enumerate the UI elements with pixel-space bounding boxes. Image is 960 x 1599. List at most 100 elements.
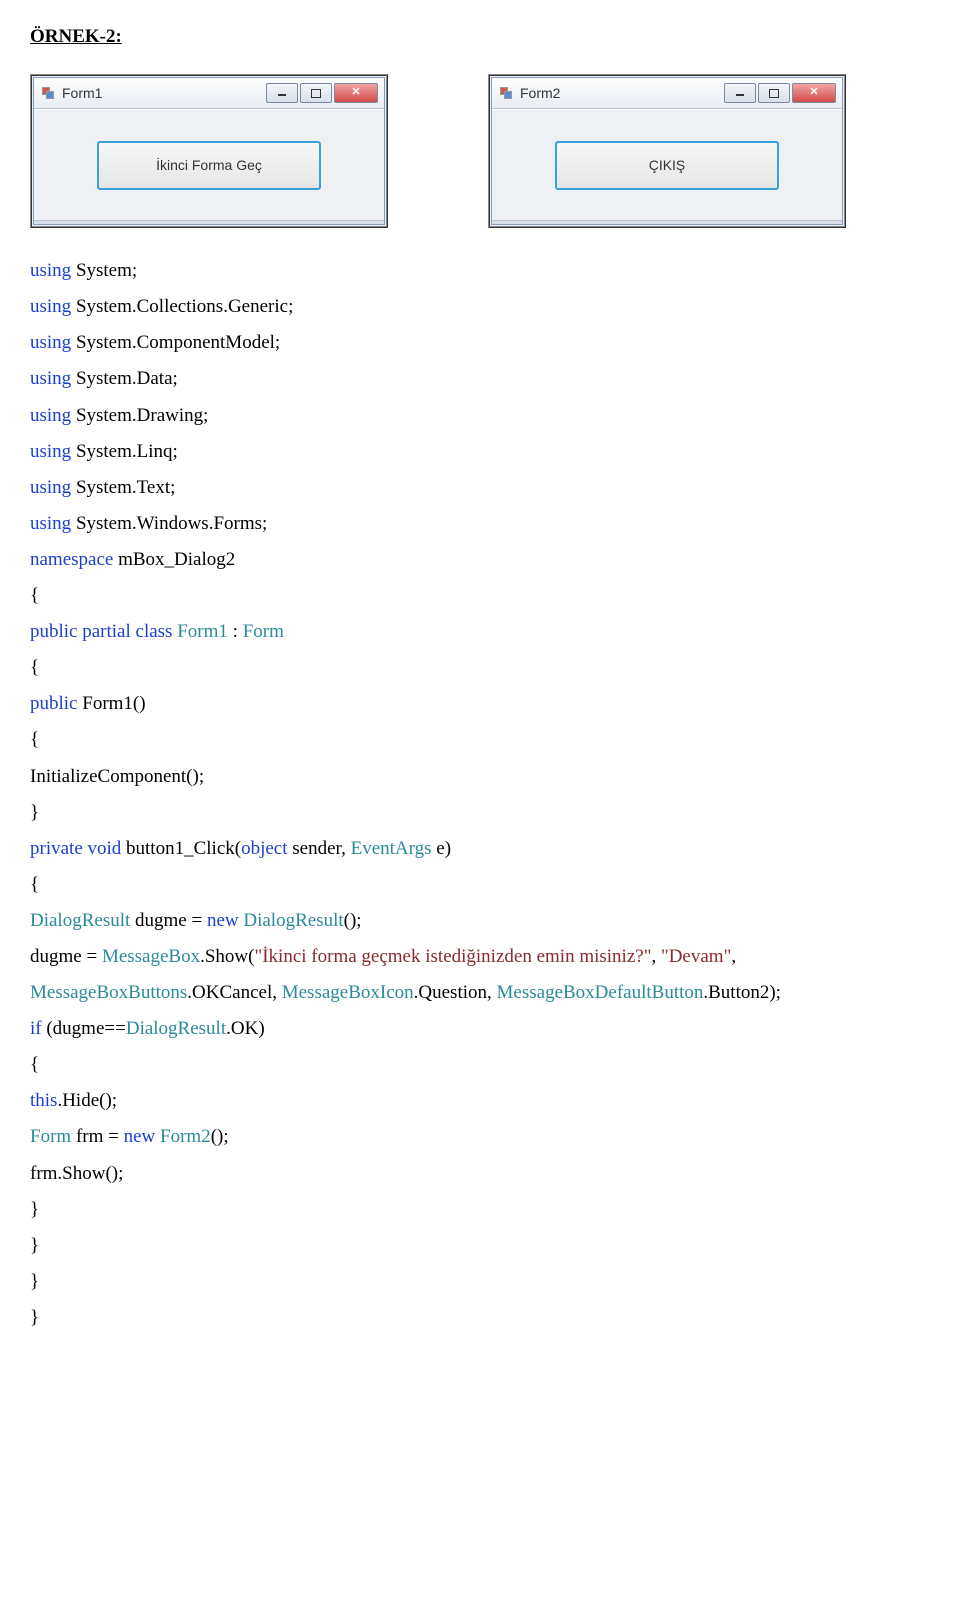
keyword: using [30, 513, 71, 534]
text: System.ComponentModel; [71, 332, 280, 353]
text: (); [211, 1126, 229, 1147]
app-icon [498, 85, 514, 101]
text: , [651, 946, 661, 967]
text: .Question, [414, 982, 497, 1003]
code-line: namespace mBox_Dialog2 [30, 542, 930, 578]
form2-titlebar: Form2 [492, 78, 842, 109]
code-line: using System; [30, 253, 930, 289]
close-icon[interactable] [792, 83, 836, 103]
keyword: public [30, 693, 78, 714]
window-border [492, 220, 842, 224]
keyword: namespace [30, 549, 113, 570]
type: DialogResult [126, 1018, 226, 1039]
maximize-icon[interactable] [300, 83, 332, 103]
code-line: using System.Text; [30, 470, 930, 506]
form2-body: ÇIKIŞ [492, 109, 842, 220]
text: dugme = [130, 910, 207, 931]
keyword: using [30, 260, 71, 281]
code-line: { [30, 867, 930, 903]
form2-window: Form2 ÇIKIŞ [488, 74, 846, 228]
type: Form [243, 621, 284, 642]
text: .Show( [200, 946, 254, 967]
type: Form2 [160, 1126, 211, 1147]
keyword: private void [30, 838, 121, 859]
close-icon[interactable] [334, 83, 378, 103]
type: Form1 [177, 621, 228, 642]
text: (dugme== [46, 1018, 125, 1039]
text: System.Collections.Generic; [71, 296, 293, 317]
keyword: object [241, 838, 287, 859]
window-controls [722, 83, 836, 103]
code-line: public partial class Form1 : Form [30, 614, 930, 650]
window-controls [264, 83, 378, 103]
keyword: new [207, 910, 243, 931]
text: System.Text; [71, 477, 175, 498]
text: .OKCancel, [187, 982, 281, 1003]
text: frm = [71, 1126, 123, 1147]
text: Form1() [78, 693, 146, 714]
minimize-icon[interactable] [724, 83, 756, 103]
code-line: using System.Windows.Forms; [30, 506, 930, 542]
type: MessageBox [102, 946, 200, 967]
type: Form [30, 1126, 71, 1147]
screenshot-row: Form1 İkinci Forma Geç Form2 [30, 74, 930, 228]
maximize-icon[interactable] [758, 83, 790, 103]
keyword: public partial class [30, 621, 177, 642]
code-line: using System.Collections.Generic; [30, 289, 930, 325]
text: button1_Click( [121, 838, 241, 859]
form1-title: Form1 [62, 81, 264, 106]
code-line: } [30, 795, 930, 831]
keyword: if [30, 1018, 46, 1039]
text: .Hide(); [57, 1090, 117, 1111]
form2-title: Form2 [520, 81, 722, 106]
keyword: this [30, 1090, 57, 1111]
code-line: } [30, 1300, 930, 1336]
text: mBox_Dialog2 [113, 549, 235, 570]
code-line: using System.Data; [30, 361, 930, 397]
ikinci-forma-gec-button[interactable]: İkinci Forma Geç [97, 141, 321, 190]
code-block: using System; using System.Collections.G… [30, 253, 930, 1336]
type: DialogResult [30, 910, 130, 931]
code-line: public Form1() [30, 686, 930, 722]
type: DialogResult [243, 910, 343, 931]
keyword: using [30, 441, 71, 462]
code-line: { [30, 722, 930, 758]
keyword: using [30, 477, 71, 498]
text: e) [432, 838, 452, 859]
code-line: { [30, 1047, 930, 1083]
window-border [34, 220, 384, 224]
text: sender, [288, 838, 351, 859]
form1-window: Form1 İkinci Forma Geç [30, 74, 388, 228]
string: "Devam" [661, 946, 731, 967]
keyword: using [30, 405, 71, 426]
text: .OK) [226, 1018, 265, 1039]
cikis-button[interactable]: ÇIKIŞ [555, 141, 779, 190]
code-line: InitializeComponent(); [30, 759, 930, 795]
type: MessageBoxDefaultButton [497, 982, 704, 1003]
text: System.Drawing; [71, 405, 208, 426]
keyword: using [30, 368, 71, 389]
text: , [731, 946, 736, 967]
string: "İkinci forma geçmek istediğinizden emin… [254, 946, 651, 967]
type: MessageBoxIcon [282, 982, 414, 1003]
type: EventArgs [351, 838, 432, 859]
code-line: dugme = MessageBox.Show("İkinci forma ge… [30, 939, 930, 975]
keyword: new [124, 1126, 160, 1147]
text: .Button2); [703, 982, 781, 1003]
text: System.Data; [71, 368, 178, 389]
code-line: MessageBoxButtons.OKCancel, MessageBoxIc… [30, 975, 930, 1011]
code-line: using System.ComponentModel; [30, 325, 930, 361]
text: System; [71, 260, 137, 281]
text: System.Linq; [71, 441, 178, 462]
code-line: DialogResult dugme = new DialogResult(); [30, 903, 930, 939]
keyword: using [30, 296, 71, 317]
code-line: private void button1_Click(object sender… [30, 831, 930, 867]
form1-titlebar: Form1 [34, 78, 384, 109]
code-line: Form frm = new Form2(); [30, 1119, 930, 1155]
text: System.Windows.Forms; [71, 513, 267, 534]
minimize-icon[interactable] [266, 83, 298, 103]
code-line: if (dugme==DialogResult.OK) [30, 1011, 930, 1047]
text: (); [344, 910, 362, 931]
keyword: using [30, 332, 71, 353]
code-line: { [30, 650, 930, 686]
